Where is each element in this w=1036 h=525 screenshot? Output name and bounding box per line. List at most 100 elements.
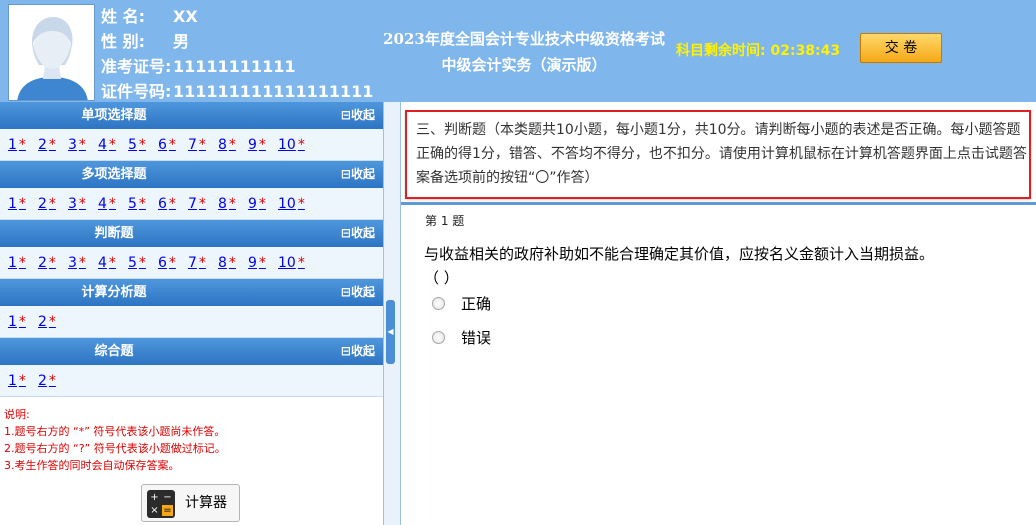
question-link[interactable]: 1 * <box>8 188 38 220</box>
question-link-number: 2 <box>38 137 47 153</box>
calculator-button[interactable]: + − × = 计算器 <box>141 484 240 522</box>
collapse-section-button[interactable]: ⊟收起 <box>341 161 375 188</box>
question-link[interactable]: 2 * <box>38 306 68 338</box>
question-link[interactable]: 3 * <box>68 188 98 220</box>
collapse-label: 收起 <box>350 108 375 122</box>
question-link[interactable]: 4 * <box>98 188 128 220</box>
radio-true[interactable] <box>432 297 445 310</box>
question-link-number: 3 <box>68 255 77 271</box>
question-link[interactable]: 10 * <box>278 247 308 279</box>
section-instructions: 三、判断题（本类题共10小题，每小题1分，共10分。请判断每小题的表述是否正确。… <box>405 110 1031 199</box>
question-link-list: 1 * 2 * <box>0 306 383 338</box>
question-link-number: 7 <box>188 255 197 271</box>
gender-value: 男 <box>173 32 190 51</box>
question-number: 第 1 题 <box>425 214 465 228</box>
question-link[interactable]: 9 * <box>248 247 278 279</box>
question-link[interactable]: 4 * <box>98 129 128 161</box>
collapse-section-button[interactable]: ⊟收起 <box>341 338 375 365</box>
collapse-section-button[interactable]: ⊟收起 <box>341 279 375 306</box>
question-link-number: 8 <box>218 255 227 271</box>
calc-key-plus: + <box>150 492 159 503</box>
timer-label: 科目剩余时间: <box>676 43 766 59</box>
question-link[interactable]: 1 * <box>8 365 38 397</box>
question-link-number: 6 <box>158 196 167 212</box>
question-link[interactable]: 3 * <box>68 129 98 161</box>
unanswered-mark: * <box>78 137 86 153</box>
exam-title-line2: 中级会计实务（演示版） <box>441 56 607 74</box>
question-link-number: 8 <box>218 196 227 212</box>
unanswered-mark: * <box>297 255 305 271</box>
question-link-number: 1 <box>8 137 17 153</box>
ticket-label: 准考证号: <box>101 57 172 76</box>
collapse-section-button[interactable]: ⊟收起 <box>341 220 375 247</box>
section-header: 综合题 ⊟收起 <box>0 338 383 365</box>
question-link[interactable]: 9 * <box>248 188 278 220</box>
collapse-icon: ⊟ <box>340 108 351 122</box>
panel-splitter[interactable]: ◀ <box>384 102 401 525</box>
question-link-number: 3 <box>68 137 77 153</box>
question-link[interactable]: 4 * <box>98 247 128 279</box>
unanswered-mark: * <box>198 255 206 271</box>
collapse-icon: ⊟ <box>340 226 351 240</box>
candidate-gender-row: 性 别: 男 <box>101 32 189 52</box>
unanswered-mark: * <box>168 137 176 153</box>
question-link[interactable]: 2 * <box>38 129 68 161</box>
question-link[interactable]: 2 * <box>38 247 68 279</box>
question-link[interactable]: 5 * <box>128 247 158 279</box>
question-link[interactable]: 1 * <box>8 306 38 338</box>
unanswered-mark: * <box>138 196 146 212</box>
question-link[interactable]: 1 * <box>8 247 38 279</box>
unanswered-mark: * <box>168 255 176 271</box>
question-link-number: 5 <box>128 137 137 153</box>
calculator-icon: + − × = <box>147 490 175 518</box>
question-link[interactable]: 5 * <box>128 188 158 220</box>
question-link[interactable]: 3 * <box>68 247 98 279</box>
collapse-section-button[interactable]: ⊟收起 <box>341 102 375 129</box>
question-link[interactable]: 6 * <box>158 129 188 161</box>
unanswered-mark: * <box>258 137 266 153</box>
legend-notes: 说明: 1.题号右方的 “*” 符号代表该小题尚未作答。 2.题号右方的 “?”… <box>4 406 226 474</box>
calc-key-minus: − <box>163 492 172 503</box>
collapse-panel-handle[interactable]: ◀ <box>386 300 395 364</box>
submit-exam-button[interactable]: 交 卷 <box>860 33 942 63</box>
answer-blank: （ ） <box>424 269 459 287</box>
candidate-photo <box>8 4 95 101</box>
question-link[interactable]: 2 * <box>38 188 68 220</box>
question-link[interactable]: 2 * <box>38 365 68 397</box>
radio-false[interactable] <box>432 331 445 344</box>
unanswered-mark: * <box>48 255 56 271</box>
question-link[interactable]: 8 * <box>218 247 248 279</box>
question-link-number: 1 <box>8 196 17 212</box>
question-link[interactable]: 1 * <box>8 129 38 161</box>
question-link[interactable]: 7 * <box>188 247 218 279</box>
unanswered-mark: * <box>228 196 236 212</box>
question-link[interactable]: 8 * <box>218 129 248 161</box>
candidate-name-row: 姓 名: XX <box>101 7 198 27</box>
calc-key-times: × <box>150 505 159 516</box>
unanswered-mark: * <box>48 314 56 330</box>
unanswered-mark: * <box>138 255 146 271</box>
question-link-number: 2 <box>38 373 47 389</box>
id-label: 证件号码: <box>101 82 172 101</box>
question-link-number: 1 <box>8 314 17 330</box>
question-link-number: 2 <box>38 255 47 271</box>
question-link[interactable]: 9 * <box>248 129 278 161</box>
question-link[interactable]: 10 * <box>278 188 308 220</box>
collapse-label: 收起 <box>350 285 375 299</box>
question-link-number: 4 <box>98 137 107 153</box>
question-link[interactable]: 8 * <box>218 188 248 220</box>
question-link-number: 2 <box>38 196 47 212</box>
question-link[interactable]: 10 * <box>278 129 308 161</box>
question-link-number: 6 <box>158 255 167 271</box>
question-link[interactable]: 7 * <box>188 188 218 220</box>
question-link[interactable]: 5 * <box>128 129 158 161</box>
remaining-time: 科目剩余时间: 02:38:43 <box>676 40 840 60</box>
option-true-label: 正确 <box>461 295 492 313</box>
unanswered-mark: * <box>78 196 86 212</box>
collapse-label: 收起 <box>350 226 375 240</box>
question-link[interactable]: 7 * <box>188 129 218 161</box>
question-link[interactable]: 6 * <box>158 188 188 220</box>
unanswered-mark: * <box>198 196 206 212</box>
question-link[interactable]: 6 * <box>158 247 188 279</box>
question-link-number: 10 <box>278 255 296 271</box>
